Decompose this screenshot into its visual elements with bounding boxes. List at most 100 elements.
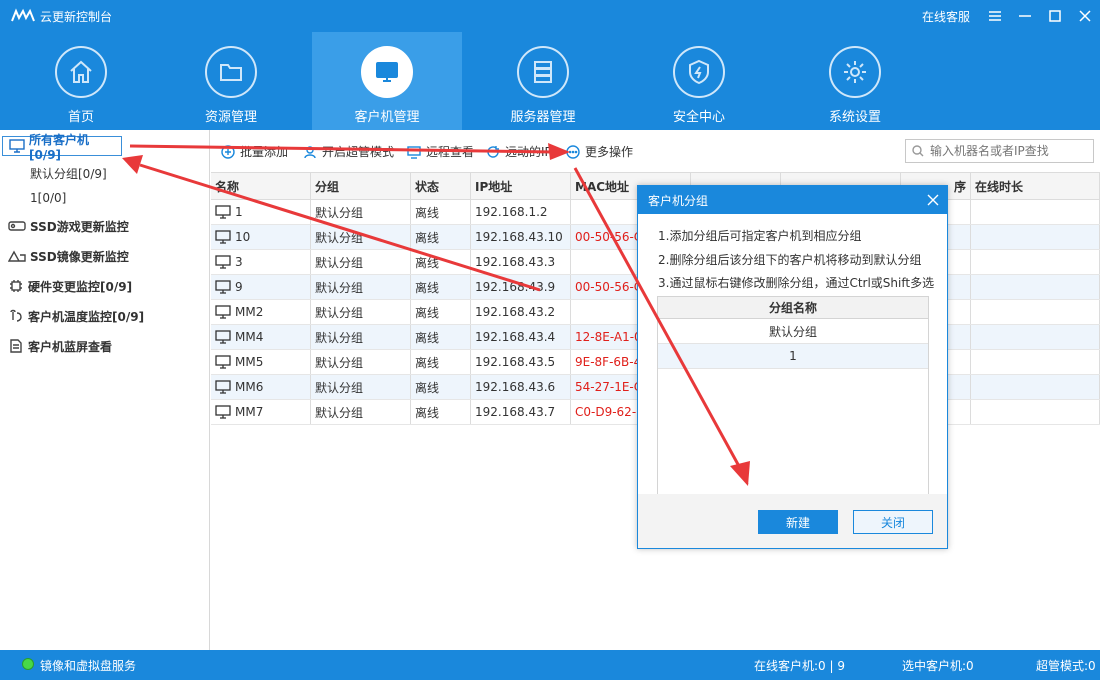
group-row[interactable]: 默认分组	[658, 319, 928, 344]
column-status[interactable]: 状态	[411, 173, 471, 199]
close-icon	[927, 194, 939, 206]
cell-group: 默认分组	[311, 225, 411, 249]
wake-button[interactable]: 远动的IP	[486, 143, 552, 160]
add-circle-icon	[221, 144, 235, 159]
cell-status: 离线	[411, 300, 471, 324]
cell-online-duration	[971, 350, 1100, 374]
service-status: 镜像和虚拟盘服务	[40, 659, 137, 673]
nav-system-settings[interactable]: 系统设置	[780, 32, 930, 130]
cell-name: 1	[211, 200, 311, 224]
cell-status: 离线	[411, 200, 471, 224]
close-window-button[interactable]	[1070, 0, 1100, 32]
dialog-close-button[interactable]	[919, 186, 947, 214]
cell-name: MM6	[211, 375, 311, 399]
thermometer-icon	[10, 309, 22, 322]
computer-icon	[215, 380, 231, 394]
gear-icon	[844, 61, 866, 83]
cell-name: MM7	[211, 400, 311, 424]
nav-server-management[interactable]: 服务器管理	[468, 32, 618, 130]
client-name: 3	[235, 255, 243, 269]
more-actions-button[interactable]: 更多操作	[566, 143, 633, 160]
client-name: MM2	[235, 305, 264, 319]
column-name[interactable]: 名称	[211, 173, 311, 199]
column-ip[interactable]: IP地址	[471, 173, 571, 199]
remote-view-button[interactable]: 远程查看	[407, 143, 474, 160]
ssd-mirror-icon	[8, 250, 26, 262]
cell-online-duration	[971, 200, 1100, 224]
sidebar-ssd-mirror-monitor[interactable]: SSD镜像更新监控	[8, 245, 129, 267]
cell-online-duration	[971, 375, 1100, 399]
menu-icon	[989, 11, 1001, 21]
cell-online-duration	[971, 400, 1100, 424]
dialog-title: 客户机分组	[648, 193, 709, 208]
top-bar: 云更新控制台 在线客服 首页 资源管理 客户机管理 服务器管理 安全中心 系统设…	[0, 0, 1100, 130]
nav-home[interactable]: 首页	[6, 32, 156, 130]
cell-group: 默认分组	[311, 400, 411, 424]
cell-name: MM2	[211, 300, 311, 324]
cell-ip: 192.168.43.2	[471, 300, 571, 324]
cell-group: 默认分组	[311, 375, 411, 399]
batch-add-button[interactable]: 批量添加	[221, 143, 288, 160]
cell-group: 默认分组	[311, 275, 411, 299]
sidebar-bluescreen-view[interactable]: 客户机蓝屏查看	[8, 335, 112, 357]
super-mode-button[interactable]: 开启超管模式	[303, 143, 394, 160]
column-group[interactable]: 分组	[311, 173, 411, 199]
cell-name: 10	[211, 225, 311, 249]
client-name: MM6	[235, 380, 264, 394]
nav-label: 首页	[67, 110, 94, 125]
close-dialog-button[interactable]: 关闭	[853, 510, 933, 534]
nav-label: 客户机管理	[354, 110, 420, 125]
computer-icon	[215, 280, 231, 294]
remote-desktop-icon	[407, 145, 421, 159]
client-name: MM7	[235, 405, 264, 419]
cell-ip: 192.168.43.5	[471, 350, 571, 374]
computer-icon	[215, 355, 231, 369]
client-name: 1	[235, 205, 243, 219]
dialog-footer: 新建 关闭	[638, 494, 947, 548]
group-row[interactable]: 1	[658, 344, 928, 369]
cell-group: 默认分组	[311, 350, 411, 374]
new-group-button[interactable]: 新建	[758, 510, 838, 534]
search-box[interactable]	[905, 139, 1094, 163]
online-clients-count: 在线客户机:0 | 9	[754, 659, 845, 673]
chip-icon	[10, 280, 22, 292]
client-group-dialog: 客户机分组 1.添加分组后可指定客户机到相应分组 2.删除分组后该分组下的客户机…	[637, 185, 948, 549]
nav-resources[interactable]: 资源管理	[156, 32, 306, 130]
client-name: 9	[235, 280, 243, 294]
online-service-link[interactable]: 在线客服	[922, 8, 970, 25]
sidebar-group-default[interactable]: 默认分组[0/9]	[30, 162, 107, 184]
menu-button[interactable]	[980, 0, 1010, 32]
nav-security-center[interactable]: 安全中心	[624, 32, 774, 130]
sidebar-ssd-game-monitor[interactable]: SSD游戏更新监控	[8, 215, 129, 237]
monitor-icon	[376, 62, 398, 82]
maximize-button[interactable]	[1040, 0, 1070, 32]
cell-ip: 192.168.43.9	[471, 275, 571, 299]
cell-status: 离线	[411, 225, 471, 249]
dialog-body: 1.添加分组后可指定客户机到相应分组 2.删除分组后该分组下的客户机将移动到默认…	[638, 214, 947, 514]
cell-online-duration	[971, 275, 1100, 299]
cell-online-duration	[971, 325, 1100, 349]
computer-icon	[215, 305, 231, 319]
search-input[interactable]	[930, 144, 1080, 158]
cell-group: 默认分组	[311, 300, 411, 324]
computer-icon	[215, 405, 231, 419]
cell-name: 3	[211, 250, 311, 274]
super-mode-count: 超管模式:0	[1036, 659, 1096, 673]
column-online-duration[interactable]: 在线时长	[971, 173, 1100, 199]
server-icon	[534, 61, 552, 83]
cell-group: 默认分组	[311, 200, 411, 224]
shield-icon	[689, 59, 709, 85]
cell-status: 离线	[411, 325, 471, 349]
monitor-icon	[9, 139, 25, 153]
group-table: 分组名称 默认分组 1	[657, 296, 929, 514]
sidebar-all-clients[interactable]: 所有客户机[0/9]	[2, 133, 122, 162]
sidebar-hardware-monitor[interactable]: 硬件变更监控[0/9]	[8, 275, 132, 297]
cell-status: 离线	[411, 350, 471, 374]
sidebar-group-1[interactable]: 1[0/0]	[30, 187, 66, 209]
computer-icon	[215, 330, 231, 344]
group-table-header: 分组名称	[658, 297, 928, 319]
cell-status: 离线	[411, 375, 471, 399]
nav-client-management[interactable]: 客户机管理	[312, 32, 462, 130]
sidebar-temperature-monitor[interactable]: 客户机温度监控[0/9]	[8, 305, 144, 327]
minimize-button[interactable]	[1010, 0, 1040, 32]
